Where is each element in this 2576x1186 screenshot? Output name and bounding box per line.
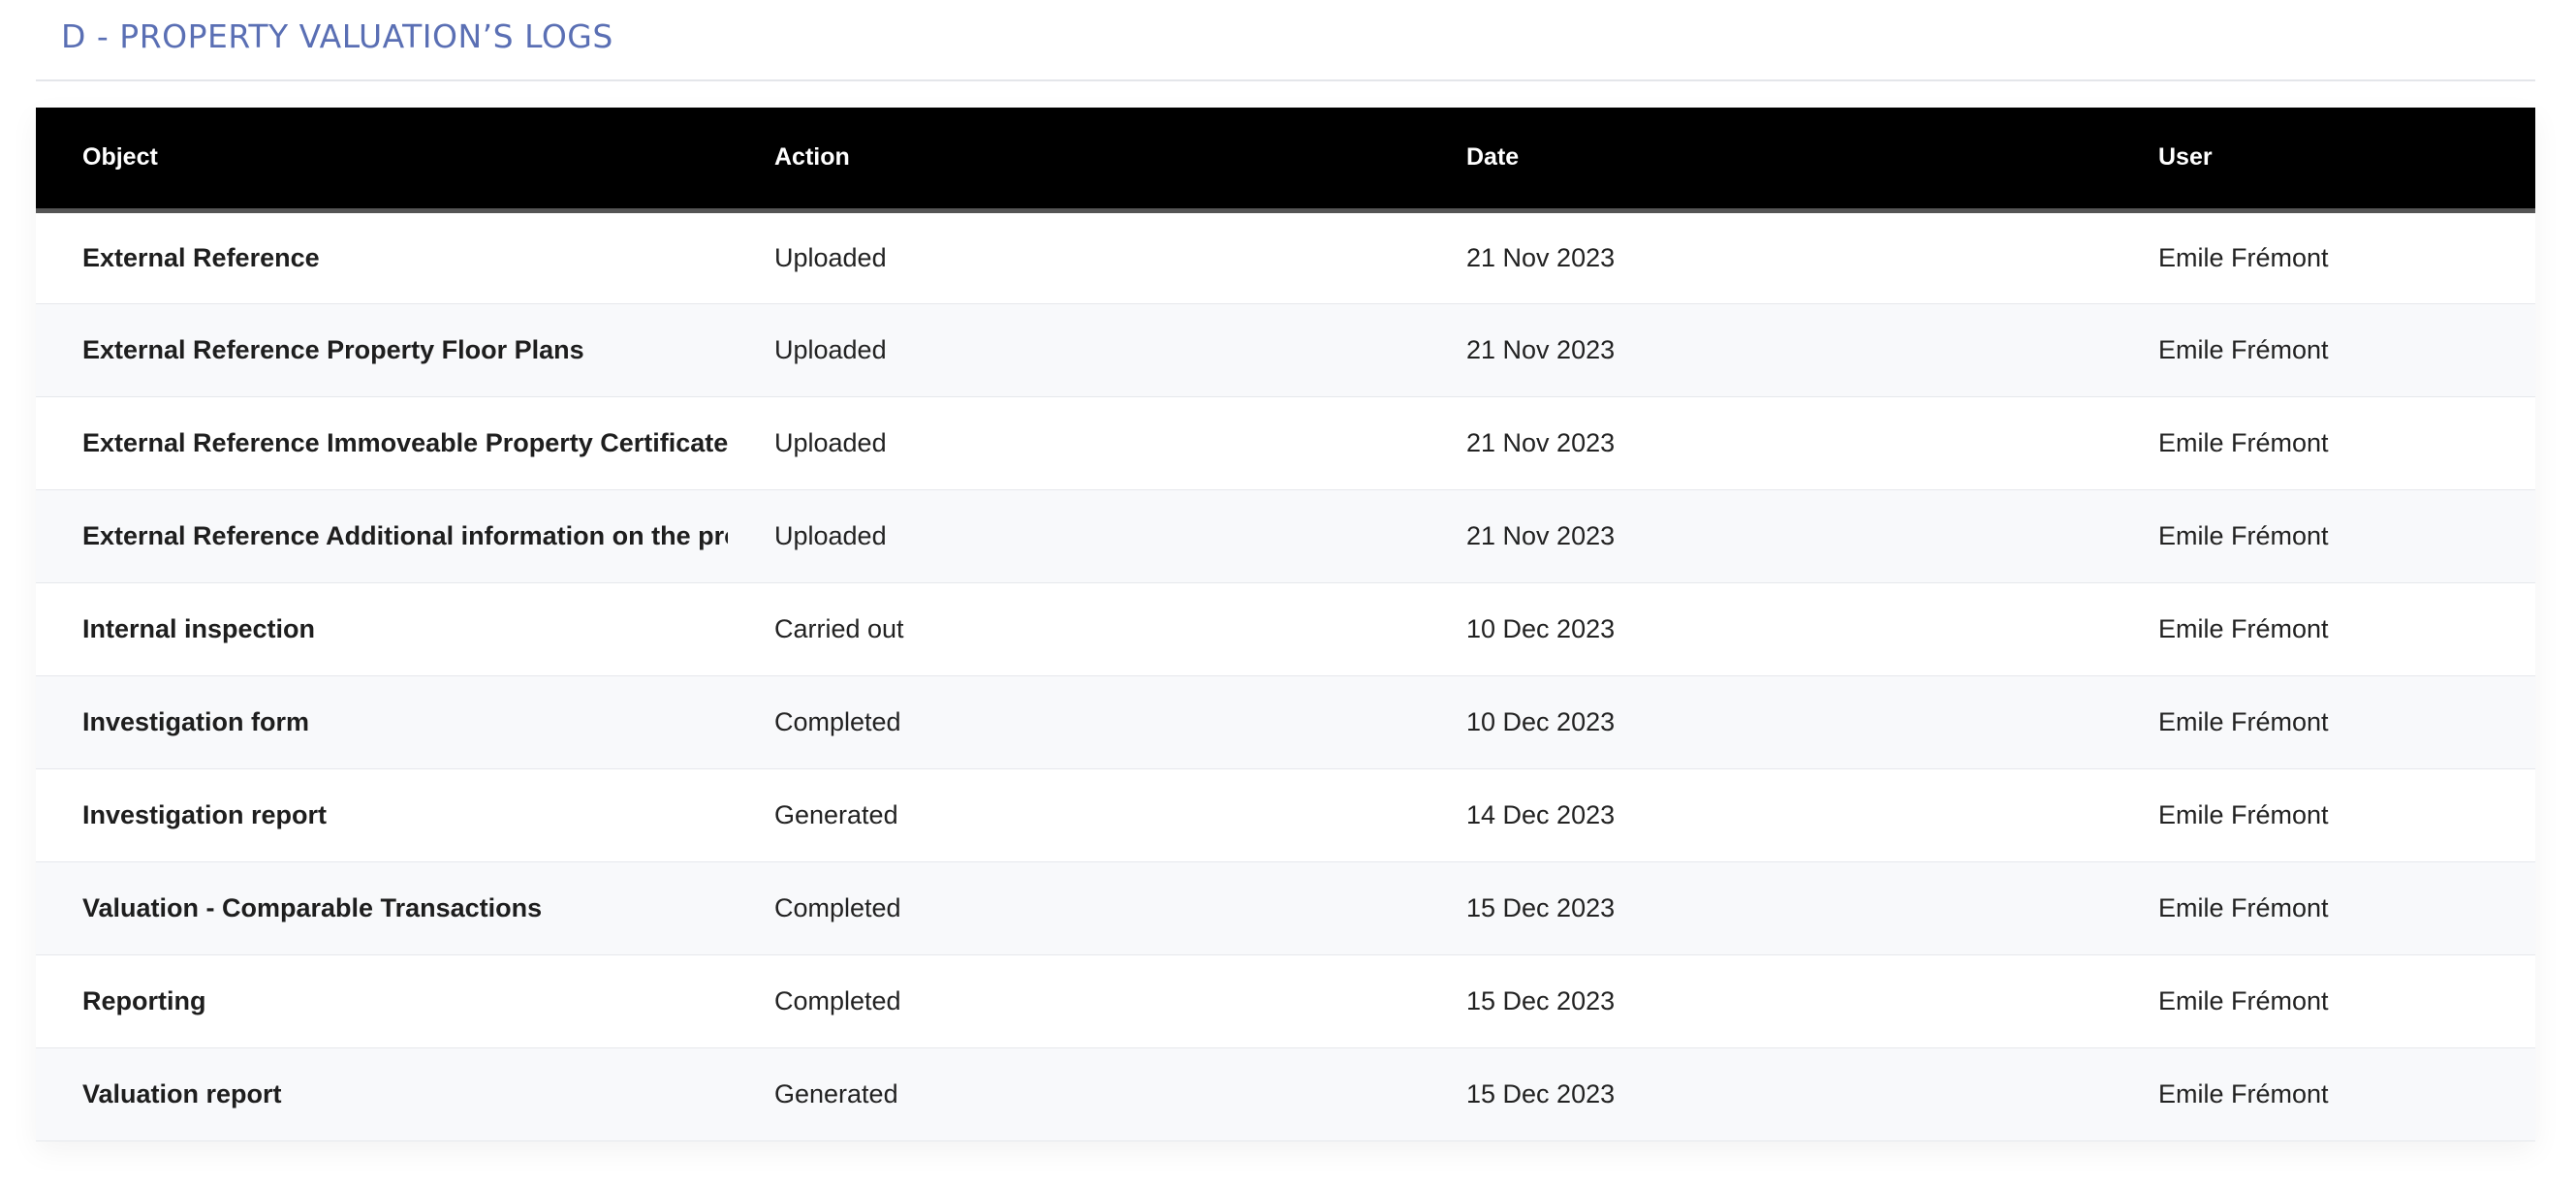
cell-date: 21 Nov 2023 (1466, 520, 1616, 550)
cell-object: External Reference (82, 242, 320, 272)
cell-object: Investigation report (82, 799, 328, 829)
cell-user: Emile Frémont (2158, 706, 2329, 736)
cell-action: Uploaded (774, 334, 887, 364)
cell-action: Generated (774, 1078, 898, 1108)
cell-user: Emile Frémont (2158, 985, 2329, 1015)
cell-user: Emile Frémont (2158, 334, 2329, 364)
column-header-object: Object (82, 143, 158, 172)
table-row: External Reference Property Floor Plans … (36, 303, 2535, 396)
cell-action: Completed (774, 985, 901, 1015)
cell-action: Uploaded (774, 427, 887, 457)
cell-object: External Reference Immoveable Property C… (82, 427, 728, 457)
cell-date: 10 Dec 2023 (1466, 706, 1616, 736)
logs-table: Object Action Date User External Referen… (36, 108, 2535, 1141)
table-row: Valuation report Generated 15 Dec 2023 E… (36, 1047, 2535, 1140)
cell-action: Completed (774, 706, 901, 736)
cell-user: Emile Frémont (2158, 520, 2329, 550)
cell-date: 10 Dec 2023 (1466, 613, 1616, 643)
cell-date: 21 Nov 2023 (1466, 334, 1616, 364)
cell-user: Emile Frémont (2158, 1078, 2329, 1108)
table-row: External Reference Additional informatio… (36, 489, 2535, 582)
cell-object: External Reference Property Floor Plans (82, 334, 584, 364)
cell-object: Investigation form (82, 706, 310, 736)
table-row: Internal inspection Carried out 10 Dec 2… (36, 582, 2535, 675)
cell-user: Emile Frémont (2158, 427, 2329, 457)
cell-action: Uploaded (774, 242, 887, 272)
cell-date: 21 Nov 2023 (1466, 427, 1616, 457)
table-row: Valuation - Comparable Transactions Comp… (36, 861, 2535, 954)
cell-user: Emile Frémont (2158, 242, 2329, 272)
cell-object: Valuation - Comparable Transactions (82, 892, 543, 922)
table-row: External Reference Uploaded 21 Nov 2023 … (36, 210, 2535, 303)
cell-object: Internal inspection (82, 613, 316, 643)
cell-object: External Reference Additional informatio… (82, 520, 728, 550)
cell-action: Completed (774, 892, 901, 922)
table-header-row: Object Action Date User (36, 108, 2535, 210)
table-row: External Reference Immoveable Property C… (36, 396, 2535, 489)
cell-action: Uploaded (774, 520, 887, 550)
column-header-date: Date (1466, 143, 1520, 172)
cell-action: Carried out (774, 613, 904, 643)
column-header-user: User (2158, 143, 2213, 172)
page: D - PROPERTY VALUATION’S LOGS Object Act… (0, 0, 2576, 1186)
cell-date: 15 Dec 2023 (1466, 1078, 1616, 1108)
cell-object: Valuation report (82, 1078, 282, 1108)
cell-action: Generated (774, 799, 898, 829)
table-row: Investigation report Generated 14 Dec 20… (36, 768, 2535, 861)
cell-user: Emile Frémont (2158, 892, 2329, 922)
table-body: External Reference Uploaded 21 Nov 2023 … (36, 210, 2535, 1140)
cell-date: 14 Dec 2023 (1466, 799, 1616, 829)
cell-date: 15 Dec 2023 (1466, 985, 1616, 1015)
cell-object: Reporting (82, 985, 206, 1015)
table-row: Reporting Completed 15 Dec 2023 Emile Fr… (36, 954, 2535, 1047)
logs-table-card: Object Action Date User External Referen… (36, 108, 2535, 1141)
column-header-action: Action (774, 143, 850, 172)
section-title: D - PROPERTY VALUATION’S LOGS (61, 17, 613, 55)
cell-date: 21 Nov 2023 (1466, 242, 1616, 272)
section-header: D - PROPERTY VALUATION’S LOGS (36, 0, 2535, 81)
cell-user: Emile Frémont (2158, 799, 2329, 829)
cell-date: 15 Dec 2023 (1466, 892, 1616, 922)
table-row: Investigation form Completed 10 Dec 2023… (36, 675, 2535, 768)
cell-user: Emile Frémont (2158, 613, 2329, 643)
